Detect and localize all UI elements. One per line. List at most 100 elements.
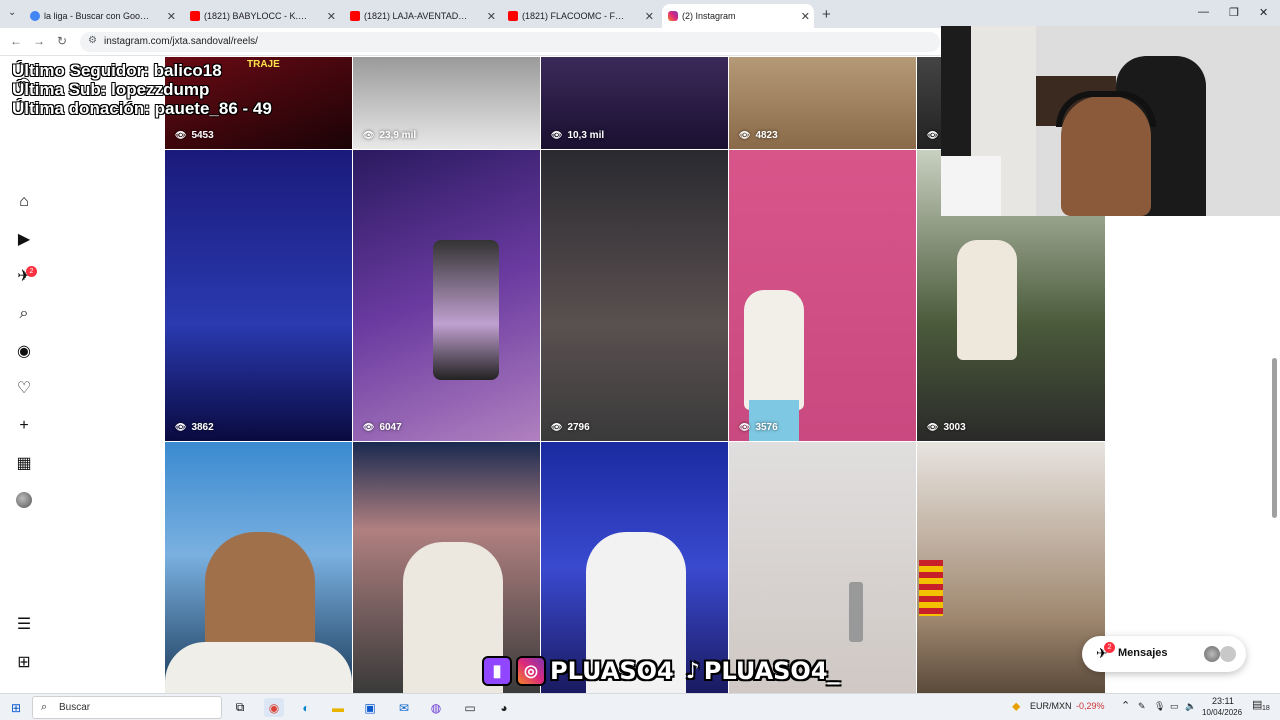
search-placeholder: Buscar bbox=[59, 702, 91, 713]
forward-icon[interactable]: → bbox=[33, 34, 45, 48]
home-icon[interactable]: ⌂ bbox=[14, 192, 34, 212]
tab-title: (2) Instagram bbox=[682, 11, 736, 21]
taskbar-date[interactable]: 10/04/2026 bbox=[1202, 708, 1242, 717]
last-donation-overlay: Última donación: pauete_86 - 49 bbox=[12, 99, 272, 118]
instagram-favicon-icon bbox=[668, 11, 678, 21]
views-icon: 👁 bbox=[175, 422, 187, 432]
twitch-icon: ▮ bbox=[482, 656, 512, 686]
menu-icon[interactable]: ☰ bbox=[14, 614, 34, 634]
url-field[interactable]: ⚙ instagram.com/jxta.sandoval/reels/ bbox=[80, 32, 940, 52]
flag-shape bbox=[919, 560, 943, 616]
notification-badge: 2 bbox=[26, 266, 37, 277]
browser-tab[interactable]: (1821) LAJA-AVENTADOR(Vide ✕ bbox=[350, 4, 500, 28]
figure-shape bbox=[744, 290, 804, 410]
terminal-icon[interactable]: ▭ bbox=[462, 698, 478, 717]
browser-tab[interactable]: (1821) FLACOOMC - FELIZ AÑO ✕ bbox=[508, 4, 658, 28]
figure-shape bbox=[957, 240, 1017, 360]
currency-change: -0,29% bbox=[1076, 701, 1105, 711]
explore-icon[interactable]: ◉ bbox=[14, 341, 34, 361]
taskbar-time[interactable]: 23:11 bbox=[1212, 696, 1234, 706]
view-count: 2796 bbox=[567, 422, 590, 433]
view-count: 10,3 mil bbox=[567, 130, 605, 141]
edge-icon[interactable]: ◐ bbox=[298, 698, 314, 717]
reels-icon[interactable]: ▶ bbox=[14, 229, 34, 249]
webcam-overlay bbox=[941, 26, 1280, 216]
search-icon[interactable]: ⌕ bbox=[14, 304, 34, 324]
twitch-instagram-handle: PLUASO4 bbox=[550, 657, 674, 685]
tab-title: (1821) FLACOOMC - FELIZ AÑO bbox=[522, 11, 628, 21]
reel-tile[interactable]: 👁 10,3 mil bbox=[541, 57, 728, 149]
tiktok-handle: PLUASO4_ bbox=[703, 657, 840, 685]
store-icon[interactable]: ▣ bbox=[362, 698, 378, 717]
tab-close-icon[interactable]: ✕ bbox=[487, 10, 496, 23]
views-icon: 👁 bbox=[927, 422, 939, 432]
browser-tab-active[interactable]: (2) Instagram ✕ bbox=[662, 4, 814, 28]
profile-avatar[interactable] bbox=[16, 492, 32, 508]
minimize-icon[interactable]: — bbox=[1198, 6, 1209, 18]
avatar bbox=[1220, 646, 1236, 662]
phone-screen bbox=[433, 240, 499, 380]
search-icon: ⌕ bbox=[41, 701, 48, 713]
reel-tile[interactable] bbox=[917, 442, 1105, 693]
view-count: 3862 bbox=[191, 422, 214, 433]
reel-tile[interactable]: 👁 23,9 mil bbox=[353, 57, 540, 149]
view-count: 23,9 mil bbox=[379, 130, 417, 141]
site-info-icon[interactable]: ⚙ bbox=[88, 35, 97, 46]
chrome-icon[interactable]: ◉ bbox=[264, 698, 284, 717]
file-explorer-icon[interactable]: ▬ bbox=[330, 698, 346, 717]
tab-close-icon[interactable]: ✕ bbox=[801, 10, 810, 23]
restore-icon[interactable]: ❐ bbox=[1229, 6, 1239, 19]
dashboard-icon[interactable]: ▦ bbox=[14, 453, 34, 473]
browser-tab-bar: ⌄ la liga - Buscar con Google ✕ (1821) B… bbox=[0, 0, 1280, 28]
back-icon[interactable]: ← bbox=[10, 34, 22, 48]
network-icon[interactable]: ▭ bbox=[1170, 701, 1179, 712]
views-icon: 👁 bbox=[927, 130, 939, 140]
heart-icon[interactable]: ♡ bbox=[14, 378, 34, 398]
browser-tab[interactable]: (1821) BABYLOCC - K.O. (Video ✕ bbox=[190, 4, 340, 28]
obs-icon[interactable]: ◍ bbox=[428, 698, 444, 717]
messages-badge: 2 bbox=[1104, 642, 1115, 653]
new-tab-icon[interactable]: + bbox=[822, 6, 831, 23]
view-count: 6047 bbox=[379, 422, 402, 433]
browser-tab[interactable]: la liga - Buscar con Google ✕ bbox=[30, 4, 180, 28]
tray-chevron-icon[interactable]: ⌃ bbox=[1121, 699, 1130, 712]
reload-icon[interactable]: ↻ bbox=[57, 34, 67, 48]
currency-label: EUR/MXN bbox=[1030, 701, 1072, 711]
youtube-favicon-icon bbox=[190, 11, 200, 21]
view-count: 4823 bbox=[755, 130, 778, 141]
tab-close-icon[interactable]: ✕ bbox=[167, 10, 176, 23]
youtube-favicon-icon bbox=[350, 11, 360, 21]
tab-close-icon[interactable]: ✕ bbox=[327, 10, 336, 23]
url-text: instagram.com/jxta.sandoval/reels/ bbox=[104, 36, 258, 47]
notification-center-icon[interactable]: ▤ bbox=[1252, 698, 1262, 711]
close-window-icon[interactable]: ✕ bbox=[1259, 6, 1268, 19]
sticker-text: TRAJE bbox=[247, 59, 280, 70]
tab-close-icon[interactable]: ✕ bbox=[645, 10, 654, 23]
tab-search-chevron-icon[interactable]: ⌄ bbox=[8, 7, 16, 18]
reel-tile[interactable]: 👁 3862 bbox=[165, 150, 352, 441]
messages-pill[interactable]: ✈ 2 Mensajes bbox=[1082, 636, 1246, 672]
reel-tile[interactable] bbox=[165, 442, 352, 693]
scrollbar-thumb[interactable] bbox=[1272, 358, 1277, 518]
view-count: 3576 bbox=[755, 422, 778, 433]
reel-tile[interactable]: 👁 3576 bbox=[729, 150, 916, 441]
volume-icon[interactable]: 🔈 bbox=[1185, 701, 1196, 712]
reel-tile[interactable]: 👁 4823 bbox=[729, 57, 916, 149]
task-view-icon[interactable]: ⧉ bbox=[232, 698, 248, 717]
social-handles-overlay: ▮ ◎ PLUASO4 ♪ PLUASO4_ bbox=[482, 652, 840, 690]
figure-shape bbox=[165, 642, 352, 693]
reel-tile[interactable]: 👁 2796 bbox=[541, 150, 728, 441]
pen-icon[interactable]: ✎ bbox=[1138, 701, 1146, 712]
mic-icon[interactable]: 🎙 bbox=[1154, 701, 1165, 712]
views-icon: 👁 bbox=[363, 130, 375, 140]
more-icon[interactable]: ⊞ bbox=[14, 652, 34, 672]
create-icon[interactable]: + bbox=[14, 416, 34, 436]
windows-taskbar: ⊞ ⌕ Buscar ⧉ ◉ ◐ ▬ ▣ ✉ ◍ ▭ ◕ ⬥ EUR/MXN -… bbox=[0, 693, 1280, 720]
taskbar-search[interactable]: ⌕ Buscar bbox=[32, 696, 222, 719]
app-icon[interactable]: ◕ bbox=[496, 698, 512, 717]
windows-start-icon[interactable]: ⊞ bbox=[8, 698, 24, 717]
outlook-icon[interactable]: ✉ bbox=[396, 698, 412, 717]
tab-title: (1821) BABYLOCC - K.O. (Video bbox=[204, 11, 310, 21]
currency-icon: ⬥ bbox=[1012, 699, 1021, 713]
reel-tile[interactable]: 👁 6047 bbox=[353, 150, 540, 441]
